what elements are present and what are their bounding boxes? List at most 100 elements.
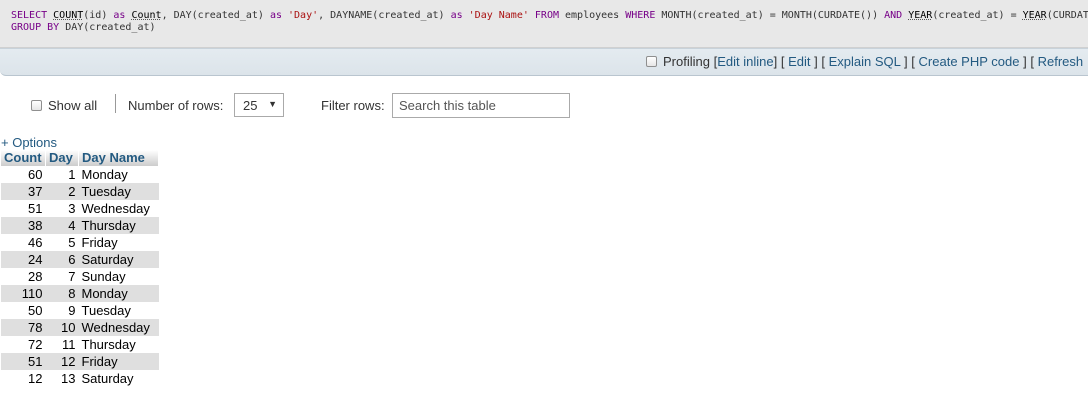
cell-day[interactable]: 1 <box>45 166 79 183</box>
profiling-checkbox[interactable] <box>646 56 657 67</box>
cell-day[interactable]: 9 <box>45 302 79 319</box>
table-row[interactable]: 38 4 Thursday <box>1 217 159 234</box>
table-row[interactable]: 28 7 Sunday <box>1 268 159 285</box>
cell-count[interactable]: 46 <box>1 234 46 251</box>
cell-day-name[interactable]: Friday <box>78 234 159 251</box>
cell-day-name[interactable]: Saturday <box>78 251 159 268</box>
cell-day[interactable]: 3 <box>45 200 79 217</box>
cell-count[interactable]: 60 <box>1 166 46 183</box>
cell-day[interactable]: 10 <box>45 319 79 336</box>
cell-day[interactable]: 6 <box>45 251 79 268</box>
cell-day-name[interactable]: Sunday <box>78 268 159 285</box>
table-header-row: Count Day Day Name <box>1 150 159 166</box>
cell-count[interactable]: 28 <box>1 268 46 285</box>
cell-count[interactable]: 50 <box>1 302 46 319</box>
sql-token: as <box>269 10 282 21</box>
sql-token: , DAYNAME(created_at) <box>318 10 451 21</box>
table-row[interactable]: 46 5 Friday <box>1 234 159 251</box>
table-row[interactable]: 24 6 Saturday <box>1 251 159 268</box>
sql-token: as <box>113 10 126 21</box>
sql-token: (id) <box>83 10 114 21</box>
sql-token: 'Day' <box>288 10 319 21</box>
cell-day-name[interactable]: Saturday <box>78 370 159 387</box>
table-row[interactable]: 12 13 Saturday <box>1 370 159 387</box>
filter-rows-input[interactable] <box>392 93 570 118</box>
create-php-code-link[interactable]: Create PHP code <box>919 54 1020 69</box>
cell-day-name[interactable]: Tuesday <box>78 302 159 319</box>
cell-day[interactable]: 11 <box>45 336 79 353</box>
cell-day-name[interactable]: Thursday <box>78 336 159 353</box>
results-table: Count Day Day Name 60 1 Monday 37 2 Tuesday 51… <box>1 150 159 387</box>
table-row[interactable]: 110 8 Monday <box>1 285 159 302</box>
rows-per-page-select[interactable]: 25 ▼ <box>234 93 284 117</box>
cell-day-name[interactable]: Wednesday <box>78 319 159 336</box>
rows-per-page-value: 25 <box>243 98 258 113</box>
sql-token: FROM <box>534 10 559 21</box>
header-day[interactable]: Day <box>45 150 79 166</box>
show-all-checkbox[interactable] <box>31 100 42 111</box>
table-row[interactable]: 50 9 Tuesday <box>1 302 159 319</box>
cell-count[interactable]: 51 <box>1 200 46 217</box>
header-day-name[interactable]: Day Name <box>78 150 159 166</box>
sql-line-1: SELECT COUNT(id) as Count, DAY(created_a… <box>11 10 1088 22</box>
refresh-link[interactable]: Refresh <box>1038 54 1084 69</box>
cell-day-name[interactable]: Thursday <box>78 217 159 234</box>
edit-inline-link[interactable]: Edit inline <box>717 54 773 69</box>
sql-token: (CURDATE()) <box>1046 10 1088 21</box>
table-row[interactable]: 78 10 Wednesday <box>1 319 159 336</box>
cell-count[interactable]: 51 <box>1 353 46 370</box>
cell-day[interactable]: 4 <box>45 217 79 234</box>
cell-count[interactable]: 110 <box>1 285 46 302</box>
cell-day-name[interactable]: Monday <box>78 285 159 302</box>
cell-day[interactable]: 13 <box>45 370 79 387</box>
cell-day[interactable]: 8 <box>45 285 79 302</box>
cell-day-name[interactable]: Friday <box>78 353 159 370</box>
cell-day[interactable]: 7 <box>45 268 79 285</box>
sql-token: SELECT <box>11 10 48 21</box>
show-all-control[interactable]: Show all <box>31 98 97 113</box>
dropdown-arrow-icon: ▼ <box>268 99 277 109</box>
sql-token: as <box>450 10 463 21</box>
filter-rows-label: Filter rows: <box>321 98 385 113</box>
sql-token: WHERE <box>625 10 656 21</box>
explain-sql-link[interactable]: Explain SQL <box>829 54 901 69</box>
cell-count[interactable]: 12 <box>1 370 46 387</box>
table-row[interactable]: 37 2 Tuesday <box>1 183 159 200</box>
query-toolbar: Profiling [Edit inline] [ Edit ] [ Expla… <box>0 48 1088 76</box>
options-toggle[interactable]: + Options <box>1 135 57 150</box>
sql-token: YEAR <box>908 10 933 21</box>
sql-token: AND <box>884 10 903 21</box>
rows-label: Number of rows: <box>128 98 224 113</box>
table-row[interactable]: 51 3 Wednesday <box>1 200 159 217</box>
cell-day[interactable]: 12 <box>45 353 79 370</box>
table-row[interactable]: 60 1 Monday <box>1 166 159 183</box>
cell-day-name[interactable]: Tuesday <box>78 183 159 200</box>
table-row[interactable]: 51 12 Friday <box>1 353 159 370</box>
header-count[interactable]: Count <box>1 150 46 166</box>
show-all-label: Show all <box>48 98 98 113</box>
cell-count[interactable]: 24 <box>1 251 46 268</box>
query-actions: Profiling [Edit inline] [ Edit ] [ Expla… <box>646 54 1083 69</box>
cell-count[interactable]: 38 <box>1 217 46 234</box>
sql-token: DAY(created_at) <box>59 22 156 33</box>
cell-day[interactable]: 5 <box>45 234 79 251</box>
cell-day[interactable]: 2 <box>45 183 79 200</box>
cell-day-name[interactable]: Wednesday <box>78 200 159 217</box>
cell-day-name[interactable]: Monday <box>78 166 159 183</box>
edit-link[interactable]: Edit <box>788 54 810 69</box>
sql-token: (created_at) = <box>932 10 1023 21</box>
profiling-label: Profiling <box>663 54 710 69</box>
cell-count[interactable]: 72 <box>1 336 46 353</box>
table-row[interactable]: 72 11 Thursday <box>1 336 159 353</box>
cell-count[interactable]: 37 <box>1 183 46 200</box>
results-body: 60 1 Monday 37 2 Tuesday 51 3 Wednesday 38 4 Thursd… <box>1 166 159 387</box>
sql-token: , DAY(created_at) <box>161 10 270 21</box>
sql-token: Count <box>131 10 162 21</box>
cell-count[interactable]: 78 <box>1 319 46 336</box>
sql-token: employees <box>559 10 626 21</box>
sql-query-display: SELECT COUNT(id) as Count, DAY(created_a… <box>0 0 1088 48</box>
sql-line-2: GROUP BY DAY(created_at) <box>11 22 1088 34</box>
sql-token: YEAR <box>1022 10 1047 21</box>
nav-divider <box>115 94 116 113</box>
sql-token: GROUP BY <box>11 22 60 33</box>
